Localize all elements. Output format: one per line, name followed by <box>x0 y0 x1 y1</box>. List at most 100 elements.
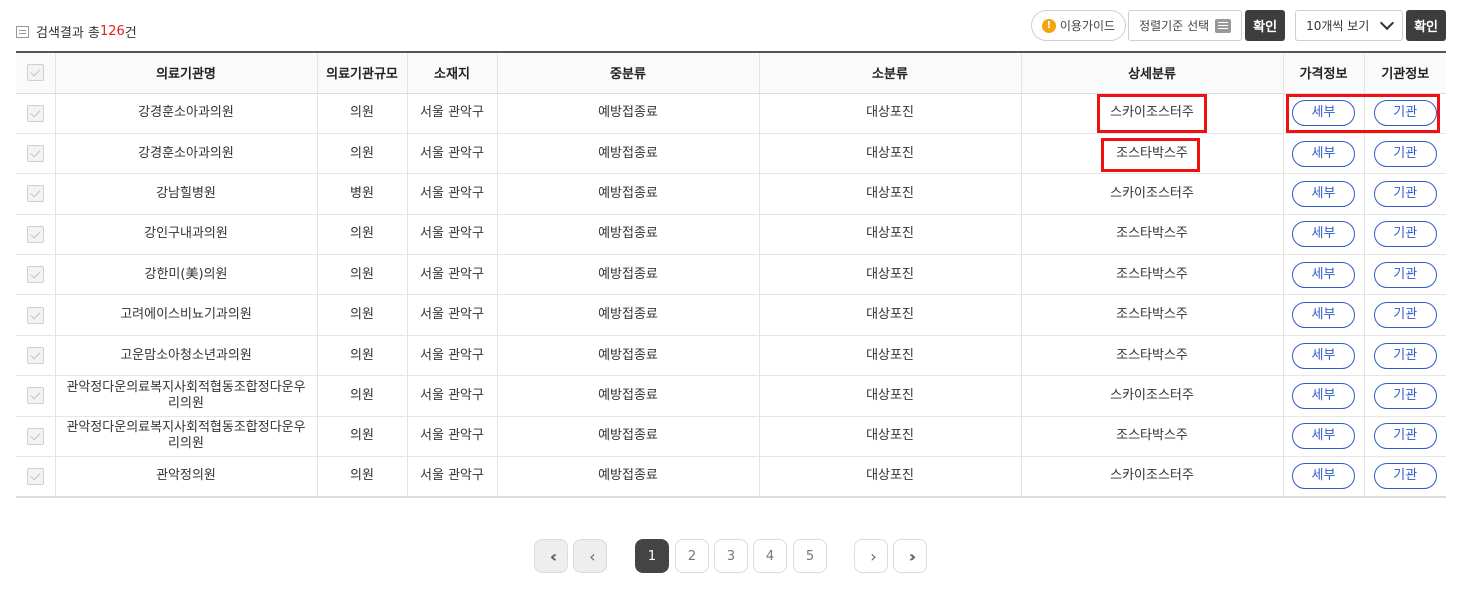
small-category-cell: 대상포진 <box>759 254 1022 296</box>
location-cell: 서울 관악구 <box>407 254 498 296</box>
org-info-cell: 기관 <box>1364 416 1446 458</box>
detail-button[interactable]: 세부 <box>1292 140 1355 167</box>
sort-label: 정렬기준 선택 <box>1139 19 1210 33</box>
row-checkbox[interactable] <box>26 387 44 405</box>
col-header: 의료기관명 <box>55 51 318 94</box>
detail-category-cell: 조스타박스주 <box>1021 416 1284 458</box>
detail-button[interactable]: 세부 <box>1292 221 1355 248</box>
org-button[interactable]: 기관 <box>1373 423 1437 450</box>
next-page-button[interactable]: › <box>854 539 888 573</box>
org-size-cell: 병원 <box>317 173 408 215</box>
price-info-cell: 세부 <box>1283 214 1365 256</box>
org-name-cell: 관악정의원 <box>55 456 318 498</box>
location-cell: 서울 관악구 <box>407 214 498 256</box>
sort-select-button[interactable]: 정렬기준 선택 <box>1128 10 1243 41</box>
org-button[interactable]: 기관 <box>1373 382 1437 409</box>
document-icon <box>16 25 29 38</box>
select-all-checkbox[interactable] <box>26 64 44 82</box>
row-checkbox[interactable] <box>26 427 44 445</box>
chevron-right-icon: › <box>870 546 878 566</box>
mid-category-cell: 예방접종료 <box>497 416 760 458</box>
org-button[interactable]: 기관 <box>1373 180 1437 207</box>
row-checkbox[interactable] <box>26 266 44 284</box>
detail-button[interactable]: 세부 <box>1292 261 1355 288</box>
row-select-cell <box>16 173 56 215</box>
per-page-confirm-button[interactable]: 확인 <box>1406 10 1446 41</box>
small-category-cell: 대상포진 <box>759 456 1022 498</box>
detail-button[interactable]: 세부 <box>1292 180 1355 207</box>
small-category-cell: 대상포진 <box>759 133 1022 175</box>
highlight-box <box>1286 94 1440 133</box>
table-row: 고려에이스비뇨기과의원 의원 서울 관악구 예방접종료 대상포진 조스타박스주 세부 기관 <box>16 294 1446 336</box>
sort-confirm-button[interactable]: 확인 <box>1245 10 1286 41</box>
price-info-cell: 세부 <box>1283 254 1365 296</box>
org-name-cell: 강한미(美)의원 <box>55 254 318 296</box>
col-header: 소분류 <box>759 51 1022 94</box>
org-info-cell: 기관 <box>1364 133 1446 175</box>
page-button[interactable]: 3 <box>714 539 748 573</box>
table-header-row: 의료기관명 의료기관규모 소재지 중분류 소분류 상세분류 가격정보 기관정보 <box>16 51 1446 94</box>
row-select-cell <box>16 294 56 336</box>
row-checkbox[interactable] <box>26 225 44 243</box>
org-button[interactable]: 기관 <box>1373 463 1437 490</box>
org-size-cell: 의원 <box>317 456 408 498</box>
page-button[interactable]: 1 <box>635 539 669 573</box>
org-info-cell: 기관 <box>1364 214 1446 256</box>
detail-button[interactable]: 세부 <box>1292 463 1355 490</box>
table-row: 관악정다운의료복지사회적협동조합정다운우리의원 의원 서울 관악구 예방접종료 대상포진… <box>16 416 1446 458</box>
row-select-cell <box>16 416 56 458</box>
row-checkbox[interactable] <box>26 104 44 122</box>
org-size-cell: 의원 <box>317 294 408 336</box>
last-page-button[interactable]: ›› <box>893 539 927 573</box>
location-cell: 서울 관악구 <box>407 173 498 215</box>
page-button[interactable]: 4 <box>753 539 787 573</box>
results-table: 의료기관명 의료기관규모 소재지 중분류 소분류 상세분류 가격정보 기관정보 … <box>16 51 1446 498</box>
row-checkbox[interactable] <box>26 467 44 485</box>
detail-category-cell: 스카이조스터주 <box>1021 375 1284 417</box>
table-row: 관악정다운의료복지사회적협동조합정다운우리의원 의원 서울 관악구 예방접종료 대상포진… <box>16 375 1446 417</box>
mid-category-cell: 예방접종료 <box>497 93 760 134</box>
row-select-cell <box>16 214 56 256</box>
row-checkbox[interactable] <box>26 145 44 163</box>
row-checkbox[interactable] <box>26 347 44 365</box>
toolbar-controls: ! 이용가이드 정렬기준 선택 확인 10개씩 보기 확인 <box>1030 10 1446 41</box>
mid-category-cell: 예방접종료 <box>497 133 760 175</box>
row-checkbox[interactable] <box>26 306 44 324</box>
org-button[interactable]: 기관 <box>1373 342 1437 369</box>
detail-button[interactable]: 세부 <box>1292 423 1355 450</box>
org-info-cell: 기관 <box>1364 294 1446 336</box>
row-select-cell <box>16 375 56 417</box>
row-select-cell <box>16 456 56 498</box>
first-page-button[interactable]: ‹‹ <box>534 539 568 573</box>
org-button[interactable]: 기관 <box>1373 221 1437 248</box>
small-category-cell: 대상포진 <box>759 335 1022 377</box>
prev-page-button[interactable]: ‹ <box>573 539 607 573</box>
chevron-left-icon: ‹ <box>589 546 597 566</box>
per-page-select[interactable]: 10개씩 보기 <box>1295 10 1404 41</box>
list-toolbar: 검색결과 총 126 건 ! 이용가이드 정렬기준 선택 확인 10개씩 보기 … <box>16 0 1446 50</box>
org-button[interactable]: 기관 <box>1373 140 1437 167</box>
highlight-box <box>1097 94 1207 133</box>
table-row: 고운맘소아청소년과의원 의원 서울 관악구 예방접종료 대상포진 조스타박스주 세부 기관 <box>16 335 1446 377</box>
mid-category-cell: 예방접종료 <box>497 214 760 256</box>
org-name-cell: 관악정다운의료복지사회적협동조합정다운우리의원 <box>55 416 318 458</box>
row-checkbox[interactable] <box>26 185 44 203</box>
header-select-all <box>16 51 56 94</box>
detail-button[interactable]: 세부 <box>1292 342 1355 369</box>
guide-button[interactable]: ! 이용가이드 <box>1030 10 1127 41</box>
page-button[interactable]: 5 <box>793 539 827 573</box>
detail-button[interactable]: 세부 <box>1292 382 1355 409</box>
detail-button[interactable]: 세부 <box>1292 302 1355 329</box>
org-size-cell: 의원 <box>317 335 408 377</box>
detail-category-cell: 조스타박스주 <box>1021 335 1284 377</box>
price-info-cell: 세부 <box>1283 456 1365 498</box>
org-button[interactable]: 기관 <box>1373 302 1437 329</box>
detail-category-cell: 조스타박스주 <box>1021 254 1284 296</box>
pagination: ‹‹ ‹ 1 2 3 4 5 › ›› <box>0 539 1458 574</box>
page-button[interactable]: 2 <box>675 539 709 573</box>
org-size-cell: 의원 <box>317 214 408 256</box>
price-info-cell: 세부 <box>1283 173 1365 215</box>
small-category-cell: 대상포진 <box>759 93 1022 134</box>
org-button[interactable]: 기관 <box>1373 261 1437 288</box>
row-select-cell <box>16 254 56 296</box>
